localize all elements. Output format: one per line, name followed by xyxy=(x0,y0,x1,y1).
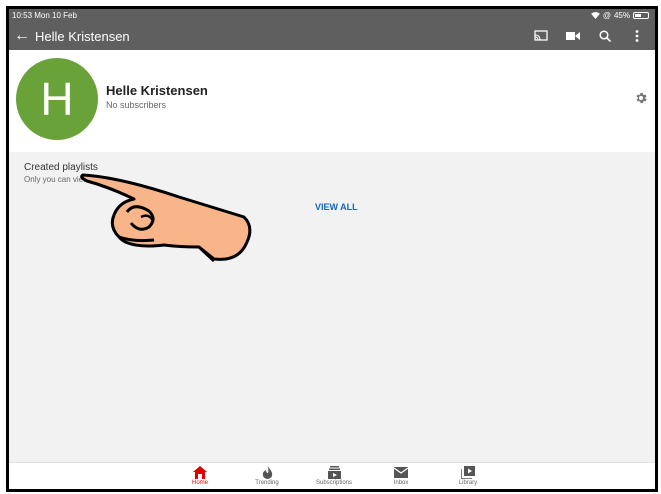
channel-name: Helle Kristensen xyxy=(106,83,208,98)
app-bar: ← Helle Kristensen xyxy=(9,22,655,50)
cast-icon[interactable] xyxy=(533,28,549,44)
subscriber-count: No subscribers xyxy=(106,100,167,110)
avatar[interactable]: H xyxy=(16,58,98,140)
tab-label: Subscriptions xyxy=(315,480,353,486)
device-frame: 10:53 Mon 10 Feb @ 45% ← Helle Kristense… xyxy=(6,6,658,492)
channel-header: H Helle Kristensen No subscribers xyxy=(9,50,655,152)
gear-icon[interactable] xyxy=(634,91,648,105)
bottom-navigation: Home Trending Subscriptions Inbox Librar… xyxy=(9,462,655,489)
tab-label: Inbox xyxy=(393,480,409,486)
search-icon[interactable] xyxy=(597,28,613,44)
tab-subscriptions[interactable]: Subscriptions xyxy=(314,465,354,486)
wifi-icon xyxy=(590,12,600,19)
home-icon xyxy=(193,465,207,479)
library-icon xyxy=(461,465,475,479)
status-time: 10:53 Mon 10 Feb xyxy=(12,11,77,20)
video-camera-icon[interactable] xyxy=(565,28,581,44)
battery-icon xyxy=(633,12,649,19)
pointing-hand-icon xyxy=(80,173,252,263)
tab-inbox[interactable]: Inbox xyxy=(381,465,421,486)
tab-home[interactable]: Home xyxy=(180,465,220,486)
status-right: @ 45% xyxy=(590,9,649,22)
tab-trending[interactable]: Trending xyxy=(247,465,287,486)
location-icon: @ xyxy=(602,11,611,20)
back-arrow-icon[interactable]: ← xyxy=(9,27,35,45)
tab-label: Home xyxy=(191,480,208,486)
app-bar-actions xyxy=(533,22,645,50)
flame-icon xyxy=(262,465,272,479)
tab-label: Library xyxy=(458,480,478,486)
subscriptions-icon xyxy=(327,465,341,479)
inbox-icon xyxy=(394,466,408,478)
battery-percent: 45% xyxy=(613,11,630,20)
more-vert-icon[interactable] xyxy=(629,28,645,44)
tab-library[interactable]: Library xyxy=(448,465,488,486)
app-bar-title: Helle Kristensen xyxy=(35,28,130,44)
view-all-button[interactable]: VIEW ALL xyxy=(315,202,358,212)
tab-label: Trending xyxy=(255,480,279,486)
status-bar: 10:53 Mon 10 Feb @ 45% xyxy=(9,9,655,22)
